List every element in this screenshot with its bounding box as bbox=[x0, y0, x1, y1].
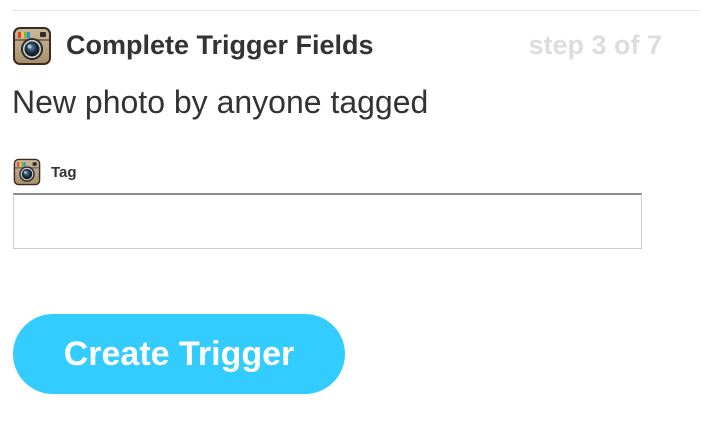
top-divider bbox=[12, 10, 700, 11]
page-header: Complete Trigger Fields step 3 of 7 bbox=[12, 26, 672, 68]
create-trigger-button[interactable]: Create Trigger bbox=[13, 314, 345, 394]
tag-label: Tag bbox=[51, 164, 77, 181]
instagram-icon bbox=[13, 158, 41, 186]
page-title: Complete Trigger Fields bbox=[66, 30, 374, 60]
step-indicator: step 3 of 7 bbox=[528, 30, 662, 60]
trigger-description: New photo by anyone tagged bbox=[12, 84, 429, 120]
tag-input[interactable] bbox=[13, 193, 642, 249]
instagram-icon bbox=[12, 26, 52, 66]
